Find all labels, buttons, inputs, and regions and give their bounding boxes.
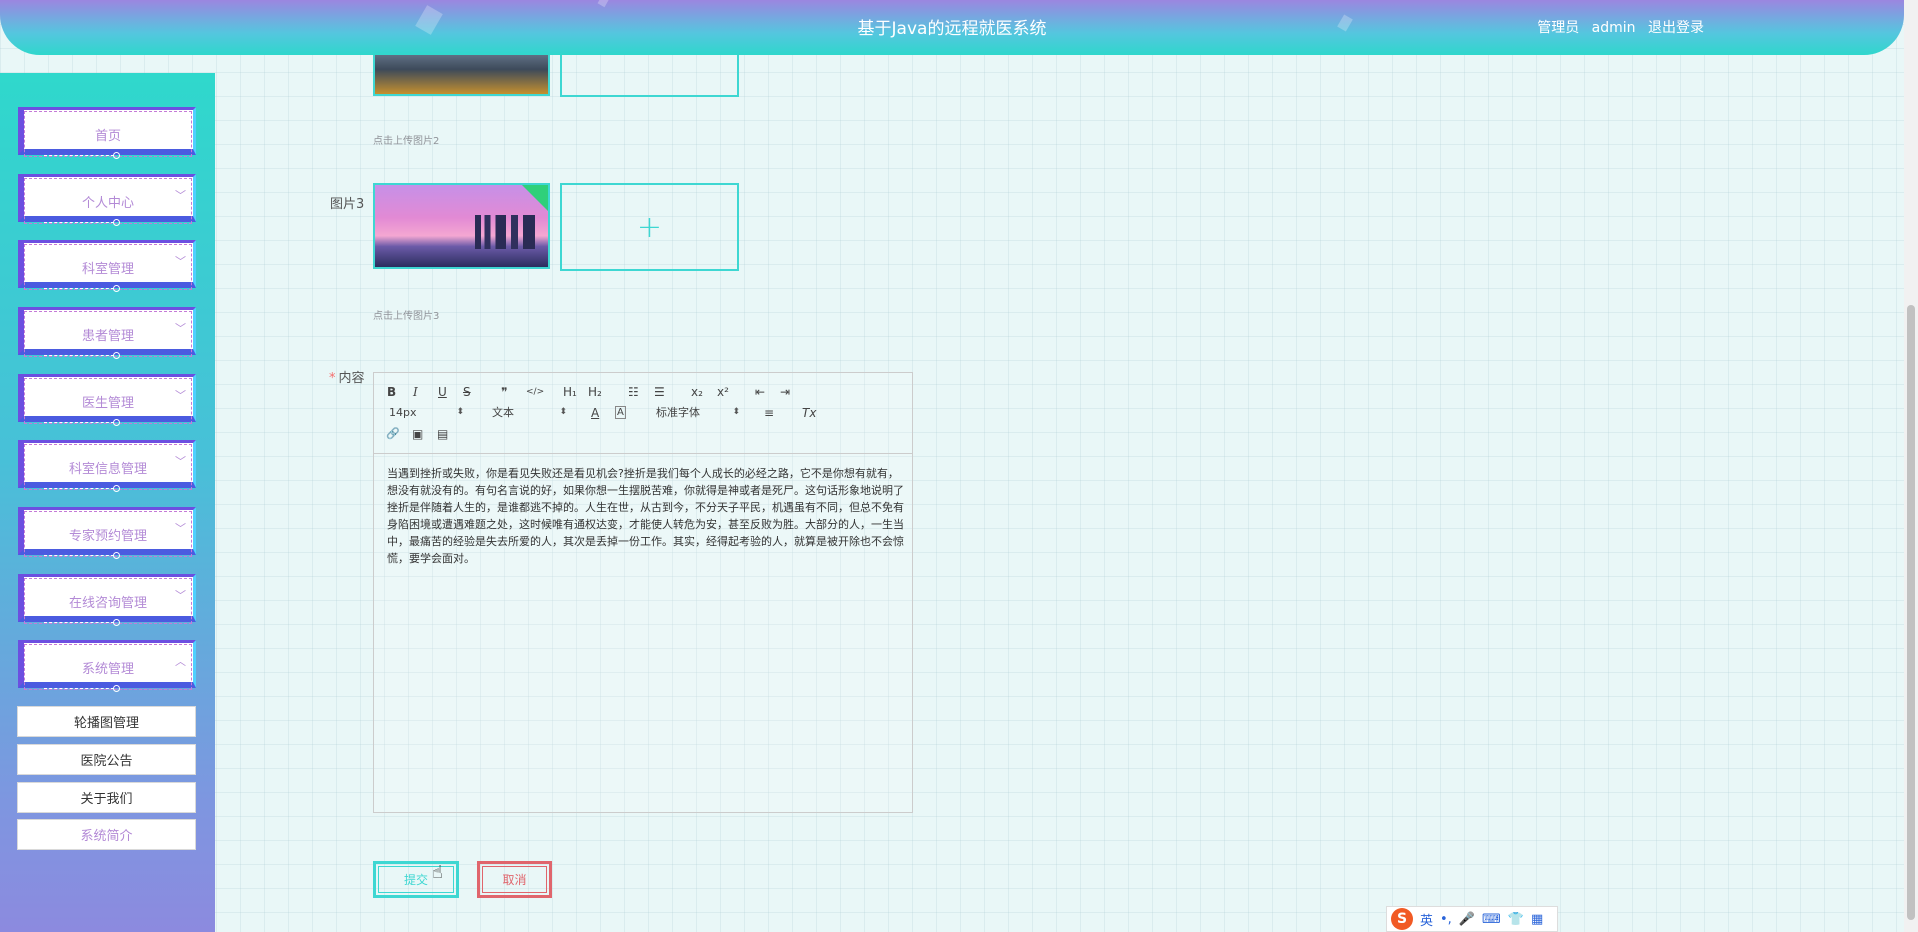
image3-label: 图片3 <box>330 197 365 212</box>
bullet-list-button[interactable]: ☰ <box>654 385 665 399</box>
sidebar-item-label: 科室管理 <box>24 244 192 290</box>
sidebar-item-departments[interactable]: 科室管理 ﹀ <box>18 240 196 294</box>
editor-toolbar: B I U S ❞ </> H₁ H₂ ☷ ☰ x₂ x² ⇤ ⇥ 14px ⬍ … <box>374 373 912 454</box>
chevron-down-icon: ﹀ <box>175 189 186 202</box>
hand-cursor-icon: ☝ <box>432 862 443 883</box>
underline-button[interactable]: U <box>438 385 447 399</box>
font-family-select[interactable]: 标准字体 ⬍ <box>656 406 740 420</box>
select-arrow-icon: ⬍ <box>559 407 567 417</box>
h1-button[interactable]: H₁ <box>563 385 577 399</box>
sogou-logo-icon[interactable]: S <box>1391 908 1413 930</box>
subscript-button[interactable]: x₂ <box>691 385 703 399</box>
header-decoration <box>597 0 611 8</box>
sidebar-item-home[interactable]: 首页 <box>18 107 196 161</box>
cancel-button[interactable]: 取消 <box>477 861 552 898</box>
sidebar-item-online-consult[interactable]: 在线咨询管理 ﹀ <box>18 574 196 628</box>
image-icon[interactable]: ▣ <box>412 427 423 441</box>
chevron-down-icon: ﹀ <box>175 255 186 268</box>
chevron-down-icon: ﹀ <box>175 322 186 335</box>
sidebar-subitem-notice[interactable]: 医院公告 <box>17 744 196 775</box>
ime-mode[interactable]: 英 <box>1420 910 1433 929</box>
select-arrow-icon: ⬍ <box>456 407 464 417</box>
bold-button[interactable]: B <box>387 385 396 399</box>
ordered-list-button[interactable]: ☷ <box>628 385 639 399</box>
sidebar-item-system[interactable]: 系统管理 ︿ <box>18 640 196 694</box>
image3-upload-button[interactable]: + <box>560 183 739 271</box>
chevron-down-icon: ﹀ <box>175 522 186 535</box>
link-icon[interactable]: 🔗 <box>386 427 400 441</box>
image3-thumbnail[interactable] <box>373 183 550 269</box>
select-arrow-icon: ⬍ <box>732 407 740 417</box>
sidebar-subitem-carousel[interactable]: 轮播图管理 <box>17 706 196 737</box>
sidebar-item-label: 患者管理 <box>24 311 192 357</box>
header-select[interactable]: 文本 ⬍ <box>492 406 567 420</box>
superscript-button[interactable]: x² <box>717 385 729 399</box>
required-mark: * <box>329 371 336 386</box>
sidebar-item-label: 系统管理 <box>24 644 192 690</box>
content-label: * 内容 <box>329 371 365 386</box>
h2-button[interactable]: H₂ <box>588 385 602 399</box>
ime-toolbar: S 英 •, 🎤 ⌨ 👕 ▦ <box>1386 906 1558 932</box>
indent-button[interactable]: ⇥ <box>780 385 790 399</box>
italic-button[interactable]: I <box>413 385 418 399</box>
background-color-button[interactable]: A <box>615 406 626 419</box>
sidebar-item-label: 首页 <box>24 111 192 157</box>
top-header: 基于Java的远程就医系统 管理员 admin 退出登录 <box>0 0 1904 55</box>
video-icon[interactable]: ▤ <box>437 427 448 441</box>
sidebar-item-department-info[interactable]: 科室信息管理 ﹀ <box>18 440 196 494</box>
sidebar-item-doctors[interactable]: 医生管理 ﹀ <box>18 374 196 428</box>
align-button[interactable]: ≡ <box>764 406 774 420</box>
sidebar: 首页 个人中心 ﹀ 科室管理 ﹀ 患者管理 ﹀ 医生管理 ﹀ 科室信息管理 ﹀ … <box>0 73 215 932</box>
success-corner-icon <box>522 185 548 211</box>
sidebar-item-expert-booking[interactable]: 专家预约管理 ﹀ <box>18 507 196 561</box>
microphone-icon[interactable]: 🎤 <box>1459 912 1475 927</box>
sidebar-item-label: 医生管理 <box>24 378 192 424</box>
keyboard-icon[interactable]: ⌨ <box>1482 912 1501 927</box>
chevron-down-icon: ﹀ <box>175 455 186 468</box>
sidebar-item-label: 个人中心 <box>24 178 192 224</box>
sidebar-subitem-intro[interactable]: 系统简介 <box>17 819 196 850</box>
rich-text-editor[interactable]: B I U S ❞ </> H₁ H₂ ☷ ☰ x₂ x² ⇤ ⇥ 14px ⬍ … <box>373 372 913 813</box>
page-scrollbar[interactable] <box>1904 0 1918 932</box>
scrollbar-thumb[interactable] <box>1907 305 1915 920</box>
code-button[interactable]: </> <box>526 385 544 399</box>
sidebar-item-patients[interactable]: 患者管理 ﹀ <box>18 307 196 361</box>
outdent-button[interactable]: ⇤ <box>755 385 765 399</box>
chevron-up-icon: ︿ <box>175 655 186 668</box>
punctuation-icon[interactable]: •, <box>1440 912 1452 927</box>
chevron-down-icon: ﹀ <box>175 589 186 602</box>
user-area: 管理员 admin 退出登录 <box>1529 17 1704 37</box>
username: admin <box>1591 20 1636 36</box>
quote-button[interactable]: ❞ <box>501 385 507 399</box>
sidebar-item-label: 科室信息管理 <box>24 444 192 490</box>
chevron-down-icon: ﹀ <box>175 389 186 402</box>
sidebar-item-label: 专家预约管理 <box>24 511 192 557</box>
sidebar-subitem-about[interactable]: 关于我们 <box>17 782 196 813</box>
submit-button[interactable]: 提交 <box>373 861 459 898</box>
strike-button[interactable]: S <box>463 385 471 399</box>
skin-icon[interactable]: 👕 <box>1508 912 1524 927</box>
user-role: 管理员 <box>1537 20 1580 36</box>
sidebar-item-profile[interactable]: 个人中心 ﹀ <box>18 174 196 228</box>
clean-format-button[interactable]: Tx <box>802 406 816 420</box>
sidebar-item-label: 在线咨询管理 <box>24 578 192 624</box>
apps-icon[interactable]: ▦ <box>1531 912 1543 927</box>
image2-hint: 点击上传图片2 <box>373 136 440 147</box>
logout-link[interactable]: 退出登录 <box>1648 20 1704 36</box>
editor-content[interactable]: 当遇到挫折或失败，你是看见失败还是看见机会?挫折是我们每个人成长的必经之路，它不… <box>387 465 907 567</box>
text-color-button[interactable]: A <box>591 406 599 420</box>
font-size-select[interactable]: 14px ⬍ <box>389 406 464 420</box>
image3-hint: 点击上传图片3 <box>373 311 440 322</box>
